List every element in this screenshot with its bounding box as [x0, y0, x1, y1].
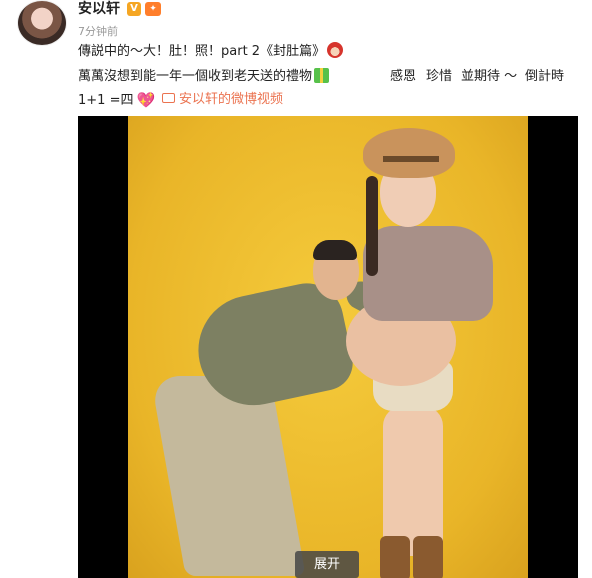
gift-emoji-icon	[314, 68, 330, 83]
photo-figure	[363, 128, 455, 178]
expand-button[interactable]: 展开	[295, 551, 359, 578]
post-text-segment: 倒計時	[525, 69, 565, 84]
post-photo[interactable]	[128, 116, 528, 578]
heart-emoji-icon: 💖	[136, 91, 156, 109]
verified-v-icon: V	[127, 2, 141, 16]
photo-figure	[366, 176, 378, 276]
photo-figure	[363, 226, 493, 321]
post-text-segment: 感恩	[390, 69, 417, 84]
post-text: 傳説中的～大！肚！照！part 2《封肚篇》	[78, 44, 326, 59]
post-text: 1+1 =四	[78, 93, 134, 108]
photo-figure	[380, 536, 410, 578]
avatar[interactable]	[17, 0, 67, 46]
level-badge-icon: ✦	[145, 2, 161, 16]
photo-figure	[383, 406, 443, 556]
photo-figure	[413, 536, 443, 578]
username[interactable]: 安以轩	[78, 0, 120, 18]
post-text-segment: 並期待 ～	[461, 69, 518, 84]
post-time[interactable]: 7分钟前	[78, 23, 118, 39]
post-text-line-3: 1+1 =四 💖	[78, 90, 155, 111]
photo-figure	[150, 376, 306, 576]
post-image-container[interactable]	[78, 116, 578, 578]
photo-figure	[383, 156, 439, 162]
video-link[interactable]: 安以轩的微博视频	[162, 90, 283, 110]
santa-emoji-icon	[327, 42, 344, 58]
post-text: 萬萬沒想到能一年一個收到老天送的禮物	[78, 69, 313, 84]
post-text-segment: 珍惜	[426, 69, 453, 84]
video-link-label: 安以轩的微博视频	[179, 92, 284, 107]
video-camera-icon	[162, 93, 175, 103]
post-text-line-1: 傳説中的～大！肚！照！part 2《封肚篇》	[78, 42, 344, 62]
post-text-line-2: 萬萬沒想到能一年一個收到老天送的禮物	[78, 67, 330, 87]
photo-figure	[313, 240, 357, 260]
